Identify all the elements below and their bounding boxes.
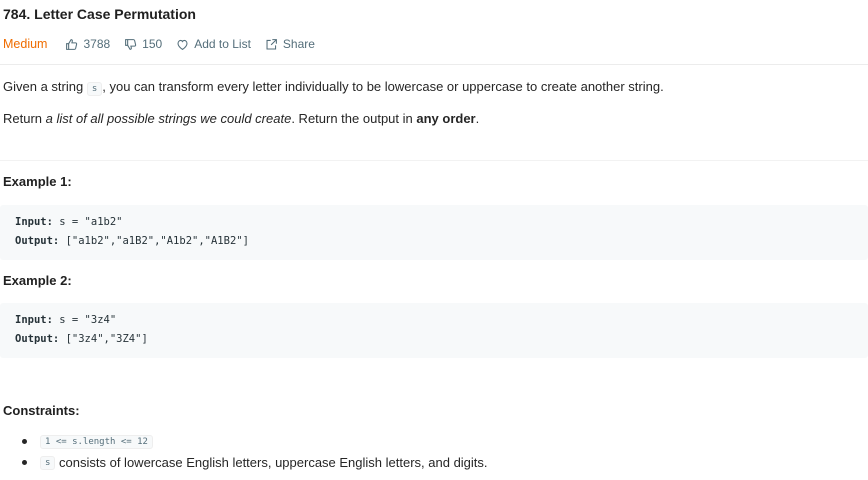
header-divider [0,64,868,65]
bullet-icon [22,439,27,444]
constraints-list: 1 <= s.length <= 12 s consists of lowerc… [0,431,488,473]
problem-meta-bar: Medium 3788 150 Add to List Share [3,37,329,51]
description-paragraph-1: Given a string s, you can transform ever… [3,79,664,96]
bullet-icon [22,460,27,465]
constraint-item: 1 <= s.length <= 12 [0,431,488,452]
dislike-count: 150 [142,37,163,51]
description-paragraph-2: Return a list of all possible strings we… [3,111,480,126]
difficulty-label: Medium [3,37,48,51]
inline-code: s [40,455,56,470]
thumbs-up-icon [66,38,78,50]
example-1-heading: Example 1: [3,174,72,189]
example-2-heading: Example 2: [3,273,72,288]
section-divider [0,160,868,161]
example-2-input-line: Input: s = "3z4" [15,314,117,326]
share-button[interactable]: Share [265,37,315,51]
like-count: 3788 [83,37,111,51]
inline-code: 1 <= s.length <= 12 [40,434,153,449]
example-2-output-line: Output: ["3z4","3Z4"] [15,333,148,345]
share-icon [266,38,277,49]
example-2-code-block: Input: s = "3z4" Output: ["3z4","3Z4"] [0,303,868,358]
like-button[interactable]: 3788 [65,37,110,51]
constraint-item: s consists of lowercase English letters,… [0,452,488,473]
add-to-list-button[interactable]: Add to List [176,37,251,51]
example-1-output-line: Output: ["a1b2","a1B2","A1b2","A1B2"] [15,235,249,247]
inline-code: s [86,82,103,96]
add-to-list-label: Add to List [194,37,251,51]
dislike-button[interactable]: 150 [124,37,162,51]
heart-icon [177,39,188,50]
example-1-input-line: Input: s = "a1b2" [15,216,123,228]
example-1-code-block: Input: s = "a1b2" Output: ["a1b2","a1B2"… [0,205,868,260]
share-label: Share [282,37,315,51]
problem-title: 784. Letter Case Permutation [3,6,196,22]
thumbs-down-icon [125,38,137,50]
constraints-heading: Constraints: [3,403,80,418]
